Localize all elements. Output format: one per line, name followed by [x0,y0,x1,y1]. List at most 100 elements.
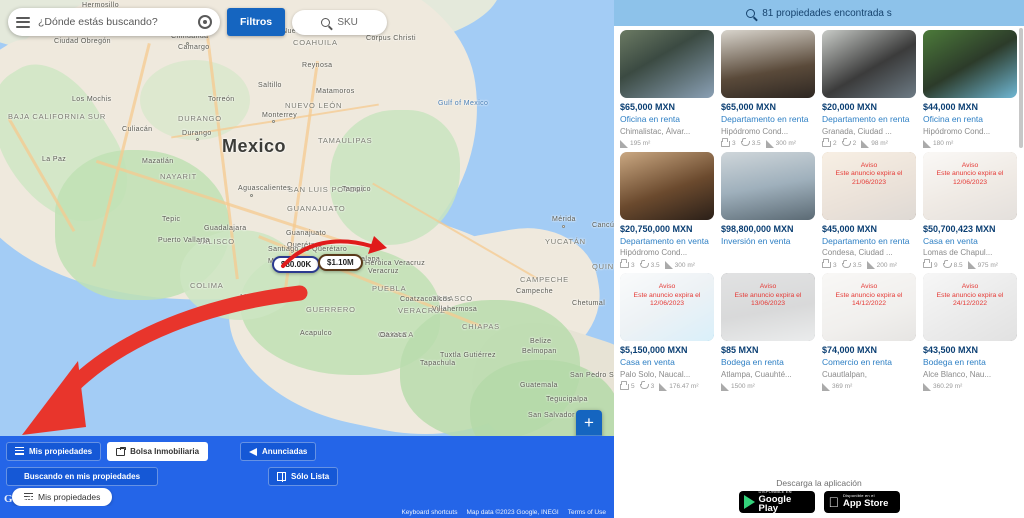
listings-scrollbar[interactable] [1019,28,1023,148]
property-image[interactable]: Aviso Este anuncio expira el 21/06/2023 [822,151,916,220]
briefcase-icon [116,447,126,456]
area-icon [923,139,931,148]
expiry-notice-date: 12/06/2023 [952,178,988,186]
property-card[interactable]: $65,000 MXN Departamento en renta Hipódrom… [721,30,815,148]
map-city-dot [196,138,199,141]
search-box[interactable]: ¿Dónde estás buscando? [8,8,220,36]
search-input[interactable]: ¿Dónde estás buscando? [38,16,198,28]
property-price: $50,700,423 MXN [923,223,996,234]
property-location: Lomas de Chapul... [923,248,993,258]
map-attribution: Keyboard shortcuts Map data ©2023 Google… [0,506,614,518]
spec-bathrooms: 3 [639,381,654,390]
property-price: $5,150,000 MXN [620,345,688,356]
spec-area: 975 m² [967,261,998,270]
buscando-status-button[interactable]: Buscando en mis propiedades [6,467,158,486]
expiry-notice-title: Aviso [658,283,676,291]
property-price: $44,000 MXN [923,102,979,112]
bolsa-inmobiliaria-button[interactable]: Bolsa Inmobiliaria [107,442,209,461]
area-icon [620,139,628,148]
expiry-notice-text: Este anuncio expira el [936,170,1004,178]
property-type[interactable]: Oficina en renta [923,114,1017,125]
sku-label: SKU [337,16,358,28]
expiry-notice-date: 14/12/2022 [851,300,887,308]
spec-bedrooms: 2 [822,137,837,147]
property-specs: 195 m² [620,139,714,148]
property-card[interactable]: $20,750,000 MXN Departamento en venta Hipó… [620,151,714,270]
property-image[interactable] [620,151,714,220]
property-type[interactable]: Casa en venta [923,236,1017,247]
locate-icon[interactable] [198,15,212,29]
expiry-notice-title: Aviso [759,283,777,291]
app-store-badge[interactable]:  Disponible en el App Store [823,490,900,513]
google-play-badge[interactable]: DISPONIBLE EN Google Play [738,489,815,514]
property-type[interactable]: Departamento en venta [620,236,714,247]
megaphone-icon [249,448,258,456]
spec-bathrooms: 3.5 [841,259,862,269]
terms-of-use-link[interactable]: Terms of Use [568,509,606,516]
property-card[interactable]: Aviso Este anuncio expira el 12/06/2023 $5… [620,273,714,391]
map-city-dot [562,225,565,228]
spec-area: 195 m² [620,139,650,148]
property-card[interactable]: $20,000 MXN Departamento en renta Granada,… [822,30,916,148]
property-type[interactable]: Inversión en venta [721,236,815,247]
property-image[interactable] [721,30,815,98]
property-type[interactable]: Casa en venta [620,357,714,368]
spec-bedrooms: 3 [822,259,837,269]
area-icon [967,261,976,270]
property-type[interactable]: Departamento en renta [822,114,916,125]
property-price: $65,000 MXN [620,102,676,112]
property-location: Hipódromo Cond... [721,126,789,136]
mis-propiedades-button[interactable]: Mis propiedades [6,442,102,461]
anunciadas-button[interactable]: Anunciadas [240,442,317,461]
property-card[interactable]: Aviso Este anuncio expira el 24/12/2022 $4… [923,273,1017,391]
store-badges: DISPONIBLE EN Google Play  Disponible e… [738,489,900,514]
property-type[interactable]: Bodega en renta [721,357,815,368]
map-pane[interactable]: Mexico BAJA CALIFORNIA SUR DURANGO NUEVO… [0,0,614,518]
bed-icon [822,259,831,269]
spec-area: 360.29 m² [923,382,962,391]
property-card[interactable]: Aviso Este anuncio expira el 13/06/2023 $8… [721,273,815,391]
property-card[interactable]: $44,000 MXN Oficina en renta Hipódromo Con… [923,30,1017,148]
grid-icon [277,472,286,482]
property-photo [923,30,1017,98]
property-type[interactable]: Departamento en renta [822,236,916,247]
property-card[interactable]: Aviso Este anuncio expira el 14/12/2022 $7… [822,273,916,391]
filters-button[interactable]: Filtros [227,8,286,36]
expiry-notice-title: Aviso [860,161,878,169]
expiry-notice-date: 12/06/2023 [649,300,685,308]
property-image[interactable] [923,30,1017,98]
property-image[interactable] [822,30,916,98]
sku-search-box[interactable]: SKU [292,9,388,35]
google-play-large: Google Play [758,493,792,514]
zoom-in-button[interactable]: + [576,410,602,436]
hamburger-icon[interactable] [16,16,30,28]
property-card[interactable]: $65,000 MXN Oficina en renta Chimalistac, … [620,30,714,148]
property-specs: 1500 m² [721,382,815,391]
expiry-notice: Aviso Este anuncio expira el 24/12/2022 [923,273,1017,342]
property-image[interactable]: Aviso Este anuncio expira el 12/06/2023 [923,151,1017,220]
property-type[interactable]: Oficina en renta [620,114,714,125]
property-type[interactable]: Departamento en renta [721,114,815,125]
property-card[interactable]: Aviso Este anuncio expira el 12/06/2023 $5… [923,151,1017,270]
anunciadas-label: Anunciadas [262,447,308,456]
property-specs: 360.29 m² [923,382,1017,391]
property-location: Chimalistac, Álvar... [620,126,691,136]
property-image[interactable]: Aviso Este anuncio expira el 13/06/2023 [721,273,815,342]
property-image[interactable]: Aviso Este anuncio expira el 24/12/2022 [923,273,1017,342]
property-card[interactable]: $98,800,000 MXN Inversión en venta [721,151,815,270]
keyboard-shortcuts-link[interactable]: Keyboard shortcuts [401,509,457,516]
solo-lista-button[interactable]: Sólo Lista [268,467,339,486]
download-title: Descarga la aplicación [776,477,862,488]
property-image[interactable] [721,151,815,220]
area-icon [866,261,875,270]
property-image[interactable]: Aviso Este anuncio expira el 14/12/2022 [822,273,916,342]
expiry-notice-title: Aviso [961,161,979,169]
property-type[interactable]: Bodega en renta [923,357,1017,368]
map-price-marker[interactable]: $80.00K [272,256,321,273]
property-image[interactable]: Aviso Este anuncio expira el 12/06/2023 [620,273,714,342]
property-type[interactable]: Comercio en renta [822,357,916,368]
map-price-marker[interactable]: $1.10M [318,254,363,271]
property-card[interactable]: Aviso Este anuncio expira el 21/06/2023 $4… [822,151,916,270]
expiry-notice-title: Aviso [860,283,878,291]
property-image[interactable] [620,30,714,98]
